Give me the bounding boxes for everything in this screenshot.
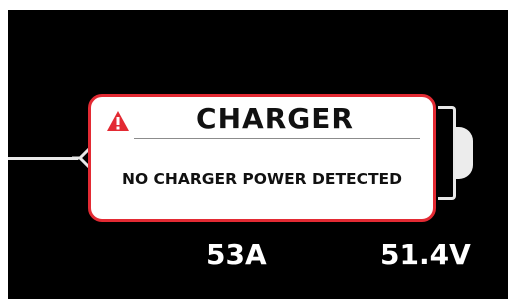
panel-title: CHARGER [196, 102, 354, 135]
charger-status-screen: CHARGER NO CHARGER POWER DETECTED 53A 51… [8, 10, 508, 299]
battery-terminal [438, 106, 456, 200]
warning-triangle-icon [107, 111, 129, 131]
charger-status-message: NO CHARGER POWER DETECTED [121, 170, 403, 188]
battery-cap [455, 127, 473, 179]
current-readout: 53A [206, 238, 267, 271]
voltage-readout: 51.4V [380, 238, 471, 271]
title-divider [134, 138, 420, 139]
charging-cable [8, 157, 78, 160]
